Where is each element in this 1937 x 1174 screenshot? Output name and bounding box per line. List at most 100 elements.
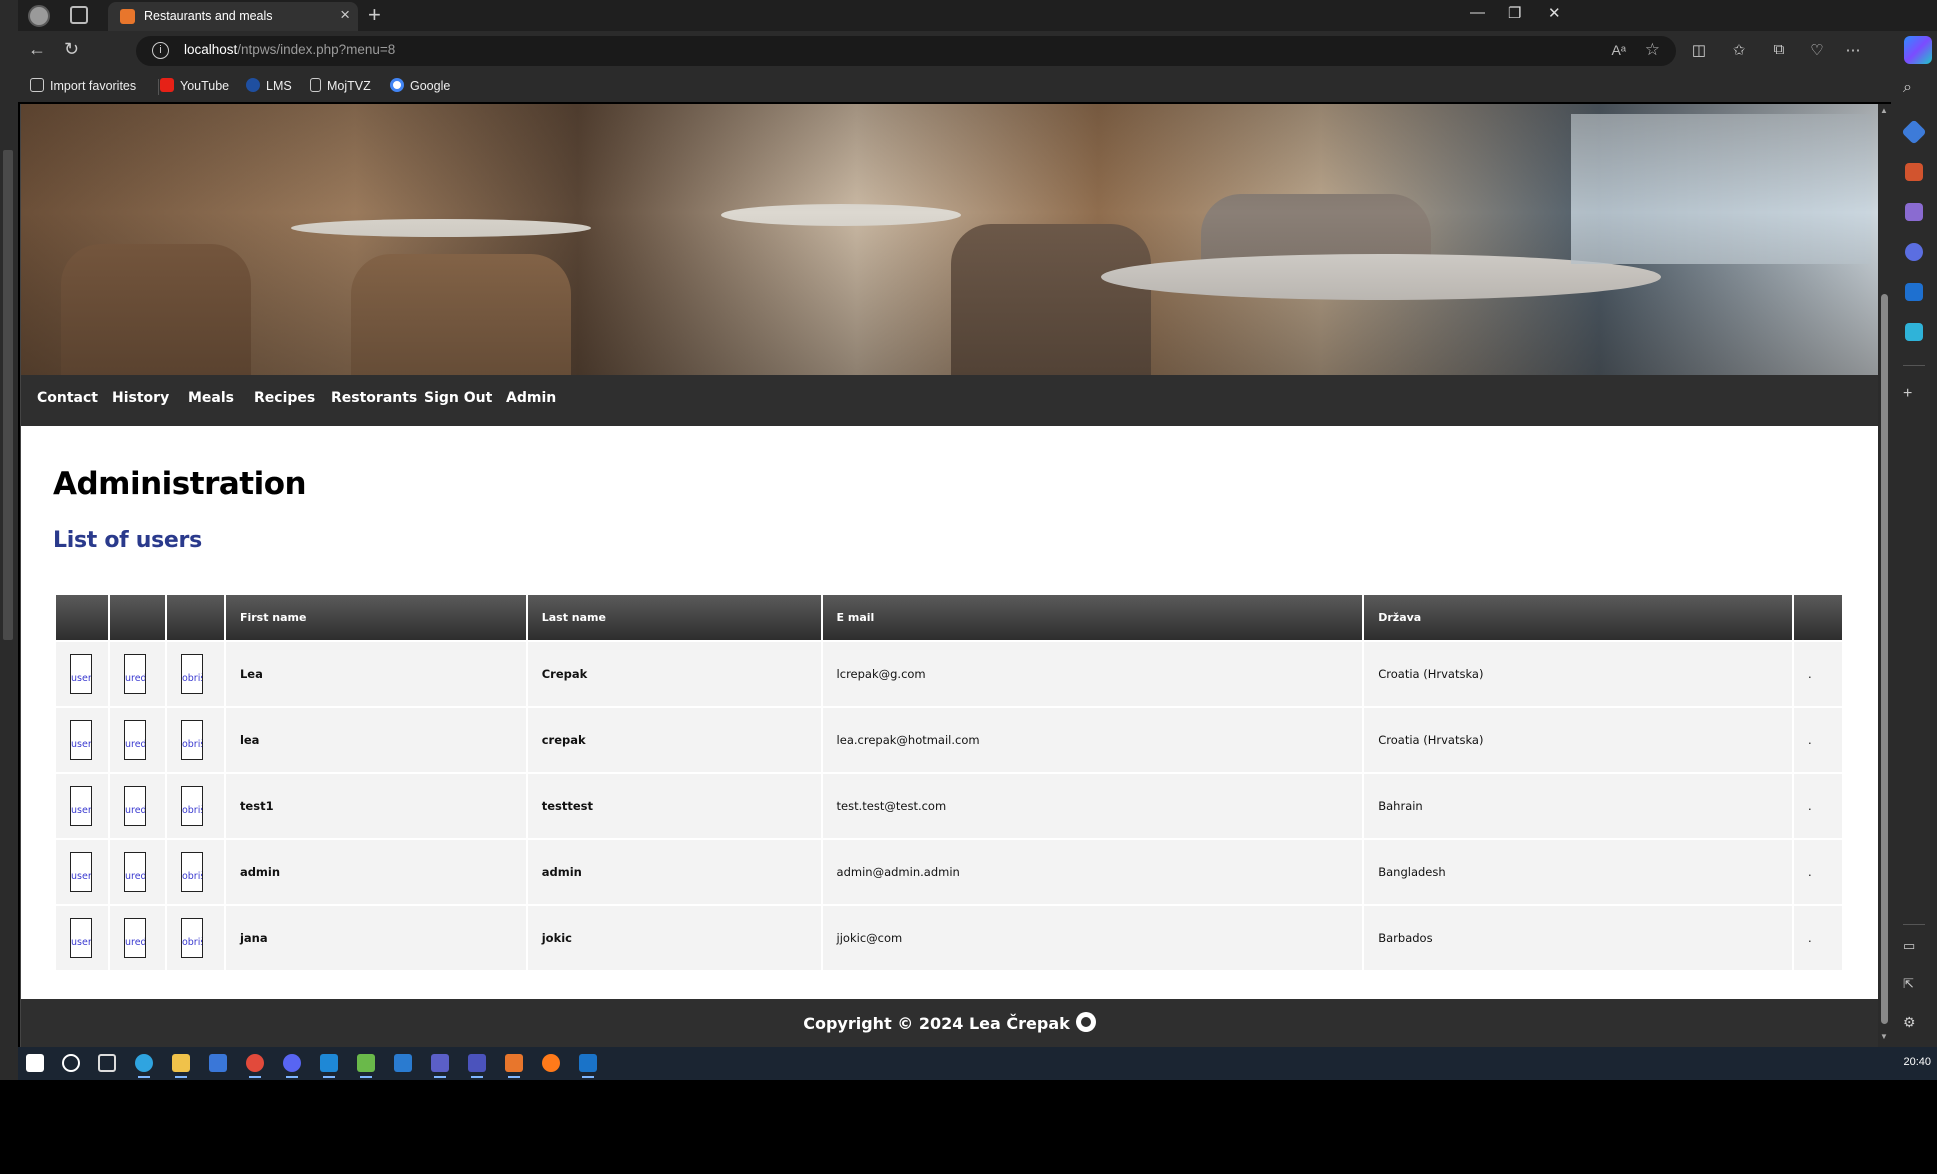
- sidebar-settings-gear-icon[interactable]: ⚙: [1903, 1014, 1916, 1031]
- taskbar-firefox-icon[interactable]: [542, 1054, 560, 1072]
- cell-email: jjokic@com: [822, 906, 1363, 970]
- nav-admin[interactable]: Admin: [506, 390, 556, 406]
- edit-icon[interactable]: uredi: [123, 852, 146, 892]
- page-scrollbar-thumb[interactable]: [1881, 294, 1888, 1024]
- taskbar-chrome-icon[interactable]: [246, 1054, 264, 1078]
- cell-last-name: crepak: [527, 708, 821, 772]
- user-icon[interactable]: user: [70, 786, 92, 826]
- search-icon[interactable]: [62, 1054, 80, 1072]
- favorite-import[interactable]: Import favorites: [30, 78, 136, 93]
- browser-essentials-icon[interactable]: ♡: [1808, 41, 1826, 59]
- nav-restorants[interactable]: Restorants: [331, 390, 417, 406]
- taskbar-mail-icon[interactable]: [394, 1054, 412, 1072]
- favorite-lms[interactable]: LMS: [246, 78, 292, 93]
- sidebar-drop-icon[interactable]: [1905, 323, 1923, 341]
- user-icon[interactable]: user: [70, 654, 92, 694]
- collections-icon[interactable]: ⧉: [1770, 41, 1788, 59]
- github-icon[interactable]: [1075, 1012, 1096, 1032]
- sidebar-tools-icon[interactable]: [1905, 163, 1923, 181]
- user-icon[interactable]: user: [70, 918, 92, 958]
- delete-icon[interactable]: obriši: [180, 786, 203, 826]
- col-header-last-name[interactable]: Last name: [527, 595, 821, 640]
- task-view-icon[interactable]: [98, 1054, 116, 1072]
- user-icon[interactable]: user: [70, 852, 92, 892]
- sidebar-shopping-icon[interactable]: [1901, 119, 1927, 145]
- nav-recipes[interactable]: Recipes: [254, 390, 315, 406]
- start-windows-icon[interactable]: [26, 1054, 44, 1072]
- delete-icon[interactable]: obriši: [180, 918, 203, 958]
- favorite-mojtvz[interactable]: MojTVZ: [310, 78, 371, 93]
- delete-icon[interactable]: obriši: [180, 852, 203, 892]
- refresh-icon[interactable]: ↻: [64, 39, 79, 60]
- scroll-up-arrow-icon[interactable]: ▲: [1880, 106, 1888, 115]
- outer-scrollbar-thumb[interactable]: [3, 150, 13, 640]
- back-arrow-icon[interactable]: ←: [28, 39, 46, 60]
- favorite-star-icon[interactable]: ☆: [1645, 40, 1660, 60]
- col-header-first-name[interactable]: First name: [225, 595, 526, 640]
- cell-last-name: admin: [527, 840, 821, 904]
- split-screen-icon[interactable]: ◫: [1690, 41, 1708, 59]
- taskbar-teams-work-icon[interactable]: [468, 1054, 486, 1078]
- tab-favicon-icon: [120, 9, 135, 24]
- nav-sign-out[interactable]: Sign Out: [424, 390, 492, 406]
- sidebar-m365-icon[interactable]: [1905, 243, 1923, 261]
- more-menu-icon[interactable]: ⋯: [1844, 41, 1862, 59]
- cell-first-name: Lea: [225, 642, 526, 706]
- edit-icon[interactable]: uredi: [123, 720, 146, 760]
- edit-icon[interactable]: uredi: [123, 786, 146, 826]
- sidebar-add-icon[interactable]: +: [1903, 385, 1912, 403]
- cell-first-name: admin: [225, 840, 526, 904]
- scroll-down-arrow-icon[interactable]: ▼: [1880, 1032, 1888, 1041]
- taskbar-vscode-icon[interactable]: [320, 1054, 338, 1078]
- tab-close-icon[interactable]: ×: [340, 5, 350, 25]
- lms-icon: [246, 78, 260, 92]
- section-title: List of users: [53, 528, 202, 553]
- favorite-youtube[interactable]: YouTube: [160, 78, 229, 93]
- delete-icon[interactable]: obriši: [180, 720, 203, 760]
- col-header-email[interactable]: E mail: [822, 595, 1363, 640]
- taskbar-file-explorer-icon[interactable]: [172, 1054, 190, 1078]
- taskbar-edge-icon[interactable]: [135, 1054, 153, 1078]
- tab-actions-icon[interactable]: [70, 6, 88, 24]
- main-content: Administration List of users First name …: [21, 426, 1878, 999]
- table-row: user uredi obriši test1 testtest test.te…: [56, 774, 1842, 838]
- close-window-icon[interactable]: ✕: [1548, 4, 1561, 22]
- favorites-icon[interactable]: ✩: [1730, 41, 1748, 59]
- minimize-icon[interactable]: —: [1470, 4, 1485, 21]
- delete-icon[interactable]: obriši: [180, 654, 203, 694]
- profile-avatar[interactable]: [28, 5, 50, 27]
- taskbar-notepad-icon[interactable]: [357, 1054, 375, 1078]
- new-tab-plus-icon[interactable]: +: [368, 2, 381, 28]
- read-aloud-icon[interactable]: Aᵃ: [1611, 42, 1626, 58]
- site-info-icon[interactable]: i: [152, 42, 169, 59]
- nav-meals[interactable]: Meals: [188, 390, 234, 406]
- page-scrollbar[interactable]: ▲ ▼: [1878, 104, 1891, 1047]
- taskbar-teams-icon[interactable]: [431, 1054, 449, 1078]
- favorite-google[interactable]: Google: [390, 78, 450, 93]
- taskbar-outlook-icon[interactable]: [579, 1054, 597, 1078]
- user-icon[interactable]: user: [70, 720, 92, 760]
- taskbar-discord-icon[interactable]: [283, 1054, 301, 1078]
- taskbar-xampp-icon[interactable]: [505, 1054, 523, 1078]
- browser-tab-active[interactable]: Restaurants and meals ×: [108, 2, 358, 31]
- taskbar-store-icon[interactable]: [209, 1054, 227, 1072]
- sidebar-panel-icon[interactable]: ▭: [1903, 938, 1915, 954]
- edit-icon[interactable]: uredi: [123, 654, 146, 694]
- taskbar-clock[interactable]: 20:40: [1903, 1056, 1931, 1068]
- restore-icon[interactable]: ❐: [1508, 4, 1521, 22]
- address-bar[interactable]: i localhost/ntpws/index.php?menu=8 Aᵃ ☆: [136, 36, 1676, 66]
- sidebar-external-icon[interactable]: ⇱: [1903, 976, 1914, 992]
- url-text[interactable]: localhost/ntpws/index.php?menu=8: [184, 42, 395, 57]
- nav-contact[interactable]: Contact: [37, 390, 98, 406]
- hero-restaurant-image: [21, 104, 1878, 375]
- sidebar-outlook-icon[interactable]: [1905, 283, 1923, 301]
- cell-extra: .: [1793, 840, 1842, 904]
- sidebar-games-icon[interactable]: [1905, 203, 1923, 221]
- google-icon: [390, 78, 404, 92]
- edit-icon[interactable]: uredi: [123, 918, 146, 958]
- nav-history[interactable]: History: [112, 390, 169, 406]
- copilot-icon[interactable]: [1904, 36, 1932, 64]
- col-header-country[interactable]: Država: [1364, 595, 1792, 640]
- sidebar-search-icon[interactable]: ⌕: [1903, 79, 1912, 97]
- outer-window-strip: ▲ ▼: [0, 0, 18, 1174]
